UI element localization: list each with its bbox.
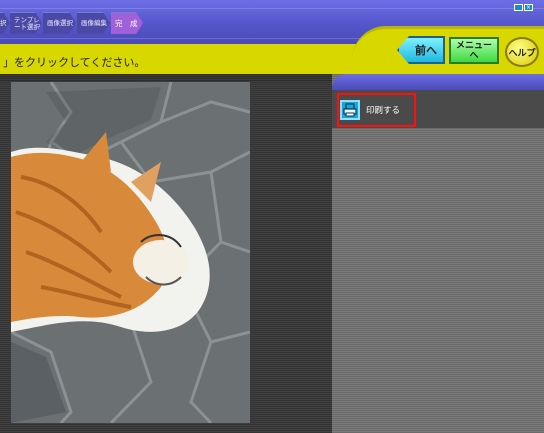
app-window: 択 テンプレート選択 画像選択 画像編集 完 成 _ × 」をクリックしてくださ… <box>0 0 544 433</box>
minimize-button[interactable]: _ <box>514 4 523 11</box>
help-button-label: ヘルプ <box>508 48 536 59</box>
close-button[interactable]: × <box>524 4 533 11</box>
menu-button[interactable]: メニュー へ <box>449 37 499 64</box>
cat-photo-image <box>11 82 250 423</box>
step-template-select: テンプレート選択 <box>10 12 42 34</box>
menu-button-label-line2: へ <box>469 50 479 61</box>
menu-button-label-line1: メニュー <box>455 40 492 51</box>
print-button-label: 印刷する <box>366 106 401 116</box>
help-button[interactable]: ヘルプ <box>505 37 539 67</box>
preview-photo <box>11 82 250 423</box>
instruction-text: 」をクリックしてください。 <box>3 56 146 69</box>
previous-button-label: 前へ <box>415 44 437 57</box>
print-button[interactable]: 印刷する <box>340 96 413 124</box>
step-image-select: 画像選択 <box>43 12 76 34</box>
step-complete: 完 成 <box>111 12 143 34</box>
step-previous: 択 <box>0 12 10 34</box>
options-panel-tab <box>332 74 544 90</box>
step-image-edit: 画像編集 <box>77 12 110 34</box>
printer-icon <box>340 100 360 120</box>
